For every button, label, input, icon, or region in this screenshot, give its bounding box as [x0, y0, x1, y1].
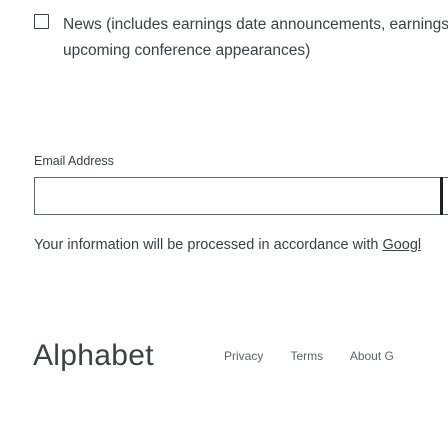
google-privacy-link[interactable]: Googl [382, 237, 421, 253]
alphabet-logo[interactable]: Alphabet [33, 339, 154, 373]
footer-link-about[interactable]: About G [350, 349, 394, 363]
footer-links: Privacy Terms About G [224, 349, 418, 363]
news-checkbox[interactable] [34, 14, 49, 29]
privacy-notice-text: Your information will be processed in ac… [34, 237, 383, 253]
footer-link-privacy[interactable]: Privacy [224, 349, 263, 363]
news-label-line2: upcoming conference appearances) [63, 42, 311, 59]
email-label: Email Address [34, 154, 114, 168]
email-field[interactable] [34, 177, 448, 215]
news-label-line1: News (includes earnings date announcemen… [63, 16, 448, 33]
footer-link-terms[interactable]: Terms [290, 349, 323, 363]
privacy-notice: Your information will be processed in ac… [34, 237, 421, 253]
news-checkbox-label: News (includes earnings date announcemen… [63, 12, 448, 64]
text-cursor [440, 177, 443, 215]
